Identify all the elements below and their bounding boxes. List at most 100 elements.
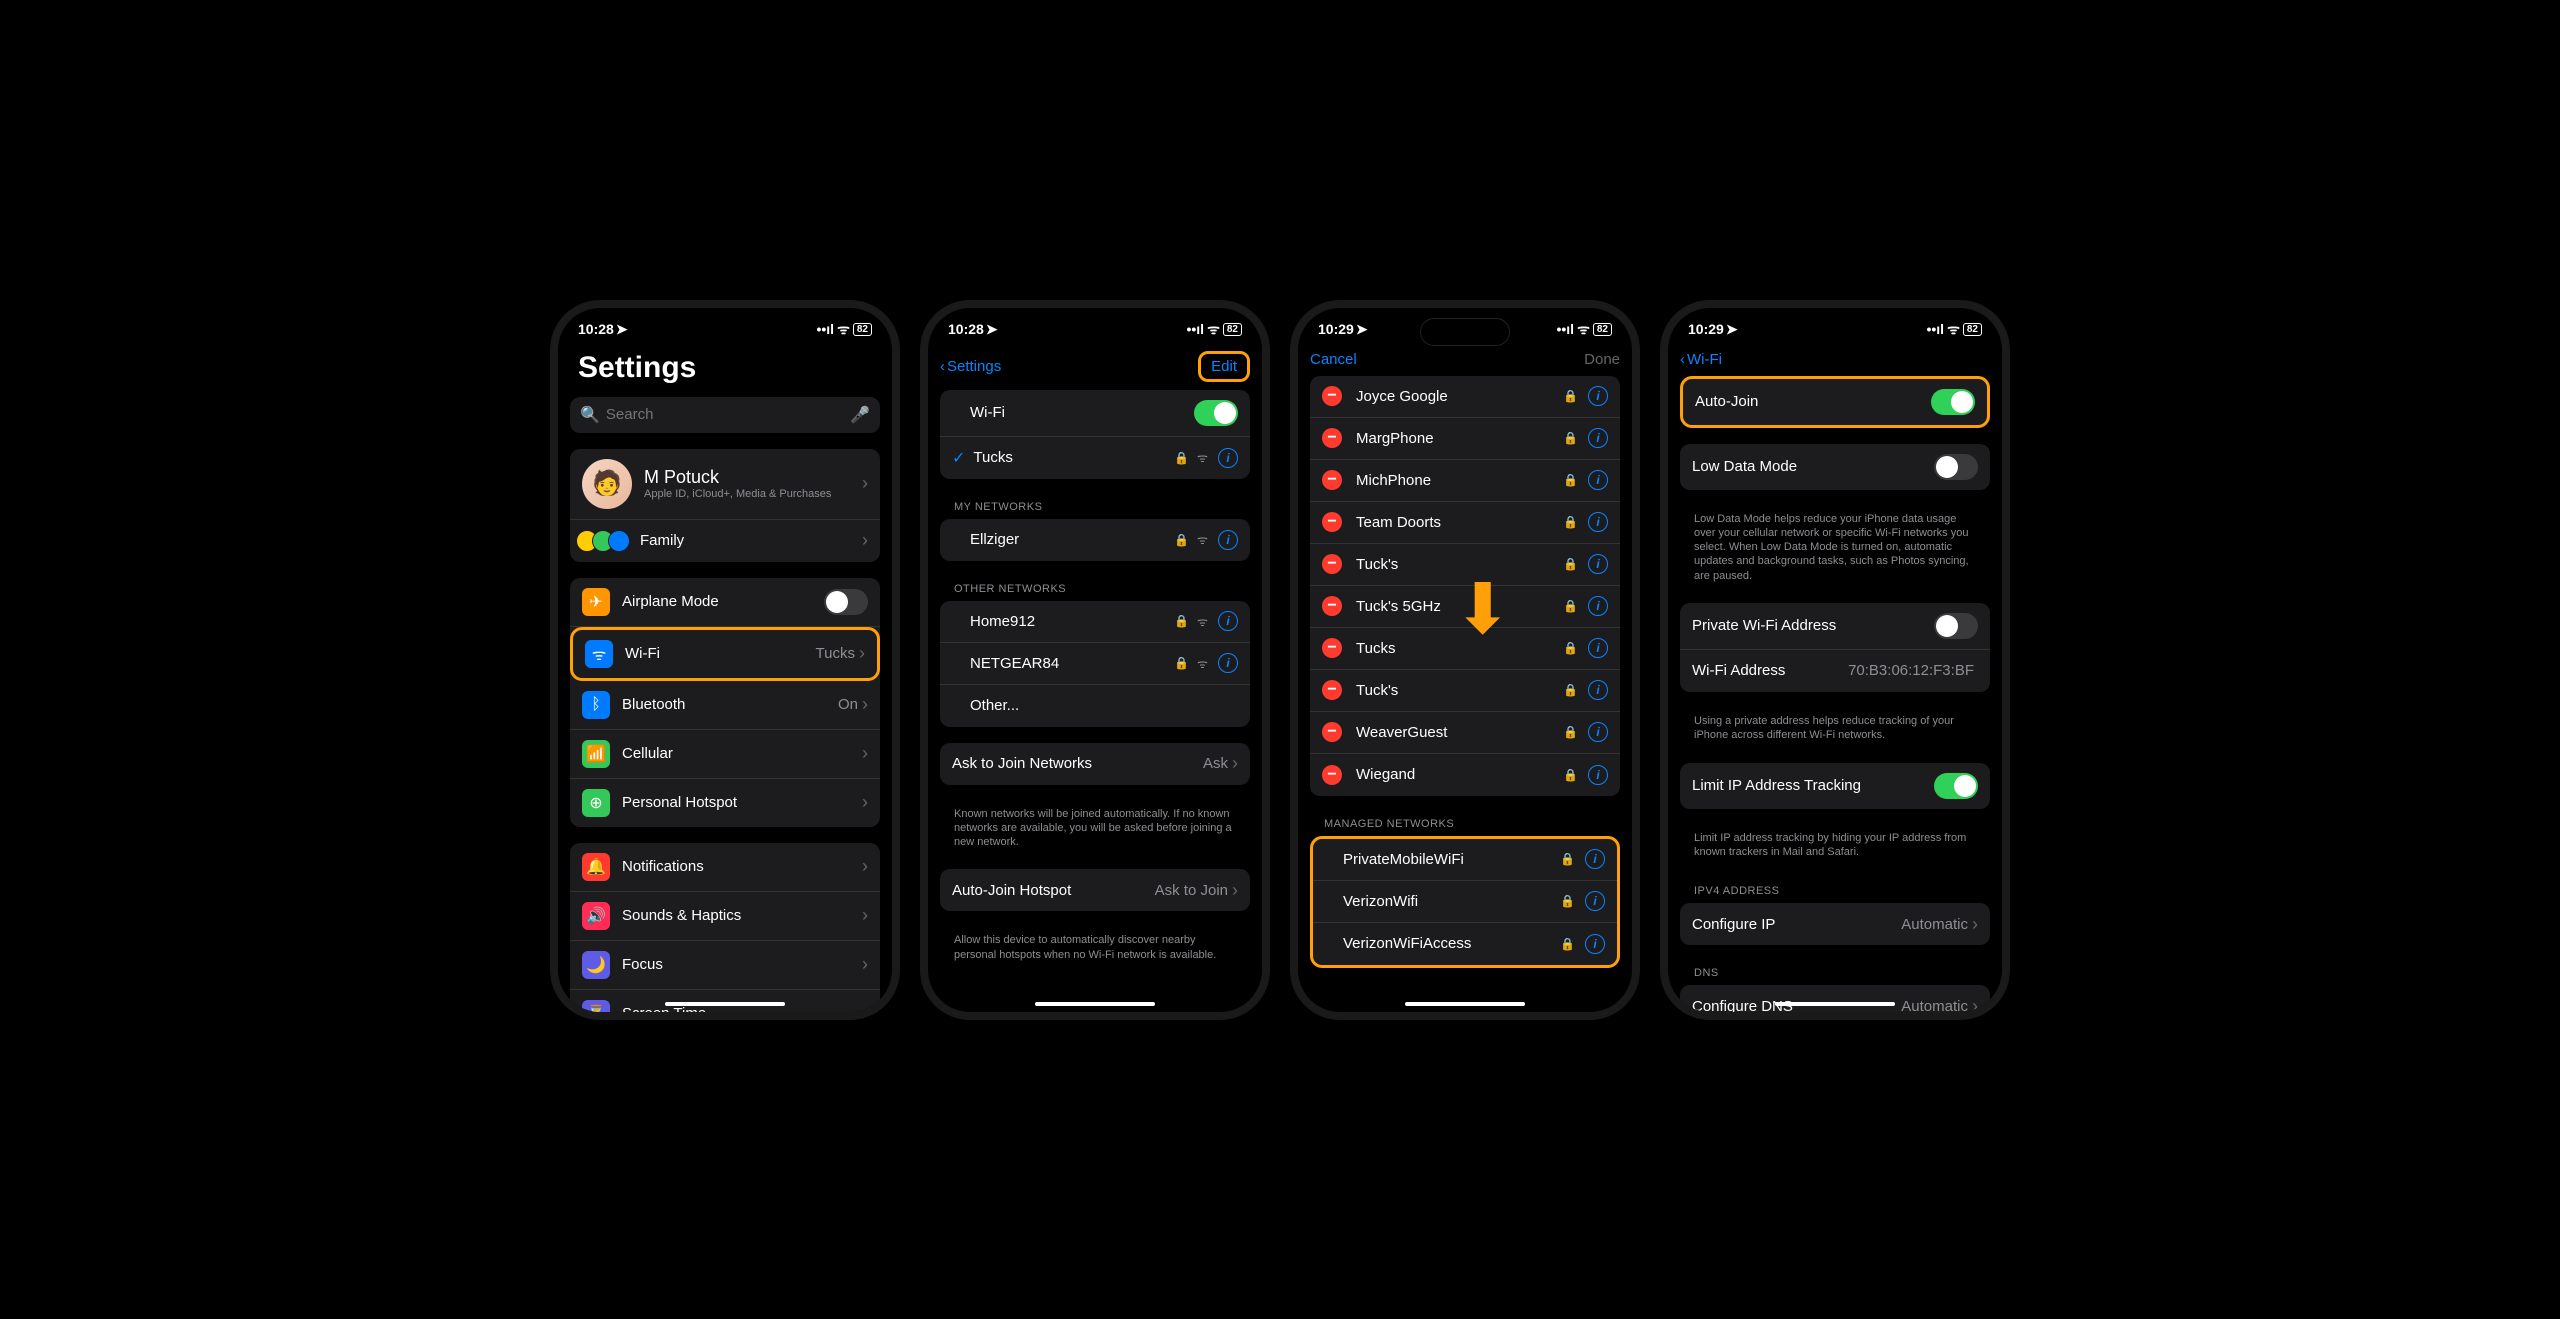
delete-icon[interactable]: − [1322, 512, 1342, 532]
focus-row[interactable]: 🌙 Focus › [570, 941, 880, 990]
screentime-row[interactable]: ⏳ Screen Time › [570, 990, 880, 1012]
wifi-icon: ᯤ [1207, 320, 1220, 339]
network-edit-row[interactable]: −Team Doorts🔒i [1310, 502, 1620, 544]
delete-icon[interactable]: − [1322, 722, 1342, 742]
network-row[interactable]: NETGEAR84 🔒 ᯤ i [940, 643, 1250, 685]
network-label: MichPhone [1356, 472, 1559, 489]
home-indicator[interactable] [1035, 1002, 1155, 1006]
cancel-button[interactable]: Cancel [1310, 351, 1357, 368]
wifi-row[interactable]: ᯤ Wi-Fi Tucks › [570, 627, 880, 681]
signal-icon: ••ıl [1926, 321, 1944, 337]
home-indicator[interactable] [1775, 1002, 1895, 1006]
phone-wifi-list: 10:28➤ ••ılᯤ82 ‹Settings Wi-Fi Edit Wi-F… [920, 300, 1270, 1020]
info-icon[interactable]: i [1588, 722, 1608, 742]
network-edit-row[interactable]: −Tuck's🔒i [1310, 670, 1620, 712]
bluetooth-row[interactable]: ᛒ Bluetooth On › [570, 681, 880, 730]
info-icon[interactable]: i [1588, 638, 1608, 658]
lowdata-toggle[interactable] [1934, 454, 1978, 480]
info-icon[interactable]: i [1218, 530, 1238, 550]
sounds-row[interactable]: 🔊 Sounds & Haptics › [570, 892, 880, 941]
configure-dns-row[interactable]: Configure DNS Automatic › [1680, 985, 1990, 1011]
delete-icon[interactable]: − [1322, 596, 1342, 616]
notch [1775, 308, 1895, 338]
delete-icon[interactable]: − [1322, 765, 1342, 785]
network-edit-row[interactable]: −Tuck's🔒i [1310, 544, 1620, 586]
info-icon[interactable]: i [1585, 934, 1605, 954]
network-label: Team Doorts [1356, 514, 1559, 531]
info-icon[interactable]: i [1218, 448, 1238, 468]
config-dns-value: Automatic [1901, 998, 1968, 1012]
edit-button[interactable]: Edit [1198, 351, 1250, 382]
info-icon[interactable]: i [1588, 428, 1608, 448]
wifi-toggle[interactable] [1194, 400, 1238, 426]
network-label: Tucks [1356, 640, 1559, 657]
back-button[interactable]: ‹Settings [940, 358, 1001, 375]
ask-to-join-row[interactable]: Ask to Join Networks Ask › [940, 743, 1250, 785]
network-edit-row[interactable]: −WeaverGuest🔒i [1310, 712, 1620, 754]
network-edit-row[interactable]: −Tucks🔒i [1310, 628, 1620, 670]
search-input[interactable] [606, 406, 844, 423]
info-icon[interactable]: i [1585, 849, 1605, 869]
back-button[interactable]: ‹Wi-Fi [1680, 351, 1722, 368]
network-edit-row[interactable]: −MichPhone🔒i [1310, 460, 1620, 502]
home-indicator[interactable] [665, 1002, 785, 1006]
info-icon[interactable]: i [1585, 891, 1605, 911]
lowdata-label: Low Data Mode [1692, 458, 1934, 475]
limit-ip-toggle[interactable] [1934, 773, 1978, 799]
info-icon[interactable]: i [1218, 653, 1238, 673]
info-icon[interactable]: i [1218, 611, 1238, 631]
family-row[interactable]: Family › [570, 520, 880, 562]
autojoin-footer: Allow this device to automatically disco… [940, 927, 1250, 968]
cellular-icon: 📶 [582, 740, 610, 768]
network-edit-row[interactable]: −Wiegand🔒i [1310, 754, 1620, 796]
delete-icon[interactable]: − [1322, 428, 1342, 448]
delete-icon[interactable]: − [1322, 470, 1342, 490]
delete-icon[interactable]: − [1322, 638, 1342, 658]
private-addr-toggle[interactable] [1934, 613, 1978, 639]
autojoin-hotspot-row[interactable]: Auto-Join Hotspot Ask to Join › [940, 869, 1250, 911]
apple-id-row[interactable]: 🧑 M Potuck Apple ID, iCloud+, Media & Pu… [570, 449, 880, 520]
airplane-toggle[interactable] [824, 589, 868, 615]
managed-network-row[interactable]: PrivateMobileWiFi🔒i [1313, 839, 1617, 881]
autojoin-label: Auto-Join Hotspot [952, 882, 1155, 899]
network-edit-row[interactable]: −MargPhone🔒i [1310, 418, 1620, 460]
wifi-addr-value: 70:B3:06:12:F3:BF [1848, 662, 1974, 679]
info-icon[interactable]: i [1588, 386, 1608, 406]
home-indicator[interactable] [1405, 1002, 1525, 1006]
network-row[interactable]: Home912 🔒 ᯤ i [940, 601, 1250, 643]
configure-ip-row[interactable]: Configure IP Automatic › [1680, 903, 1990, 945]
network-edit-row[interactable]: −Joyce Google🔒i [1310, 376, 1620, 418]
managed-network-row[interactable]: VerizonWifi🔒i [1313, 881, 1617, 923]
info-icon[interactable]: i [1588, 554, 1608, 574]
search-bar[interactable]: 🔍 🎤 [570, 397, 880, 433]
autojoin-toggle[interactable] [1931, 389, 1975, 415]
info-icon[interactable]: i [1588, 470, 1608, 490]
info-icon[interactable]: i [1588, 680, 1608, 700]
notifications-row[interactable]: 🔔 Notifications › [570, 843, 880, 892]
info-icon[interactable]: i [1588, 596, 1608, 616]
bluetooth-icon: ᛒ [582, 691, 610, 719]
network-row[interactable]: Ellziger 🔒 ᯤ i [940, 519, 1250, 561]
info-icon[interactable]: i [1588, 512, 1608, 532]
known-networks-group: −Joyce Google🔒i−MargPhone🔒i−MichPhone🔒i−… [1310, 376, 1620, 796]
phone-settings: 10:28➤ ••ılᯤ82 Settings 🔍 🎤 🧑 M Potuck A… [550, 300, 900, 1020]
done-button[interactable]: Done [1584, 351, 1620, 368]
wifi-signal-icon: ᯤ [1197, 531, 1208, 548]
other-row[interactable]: Other... [940, 685, 1250, 727]
time: 10:28 [578, 321, 614, 337]
connected-network-row[interactable]: ✓ Tucks 🔒 ᯤ i [940, 437, 1250, 479]
autojoin-row: Auto-Join [1683, 379, 1987, 425]
network-edit-row[interactable]: −Tuck's 5GHz🔒i [1310, 586, 1620, 628]
delete-icon[interactable]: − [1322, 554, 1342, 574]
cellular-row[interactable]: 📶 Cellular › [570, 730, 880, 779]
time: 10:29 [1318, 321, 1354, 337]
private-addr-label: Private Wi-Fi Address [1692, 617, 1934, 634]
mic-icon[interactable]: 🎤 [850, 405, 870, 425]
delete-icon[interactable]: − [1322, 680, 1342, 700]
info-icon[interactable]: i [1588, 765, 1608, 785]
hotspot-row[interactable]: ⊕ Personal Hotspot › [570, 779, 880, 827]
airplane-row[interactable]: ✈ Airplane Mode [570, 578, 880, 627]
managed-network-row[interactable]: VerizonWiFiAccess🔒i [1313, 923, 1617, 965]
lock-icon: 🔒 [1563, 389, 1578, 403]
delete-icon[interactable]: − [1322, 386, 1342, 406]
